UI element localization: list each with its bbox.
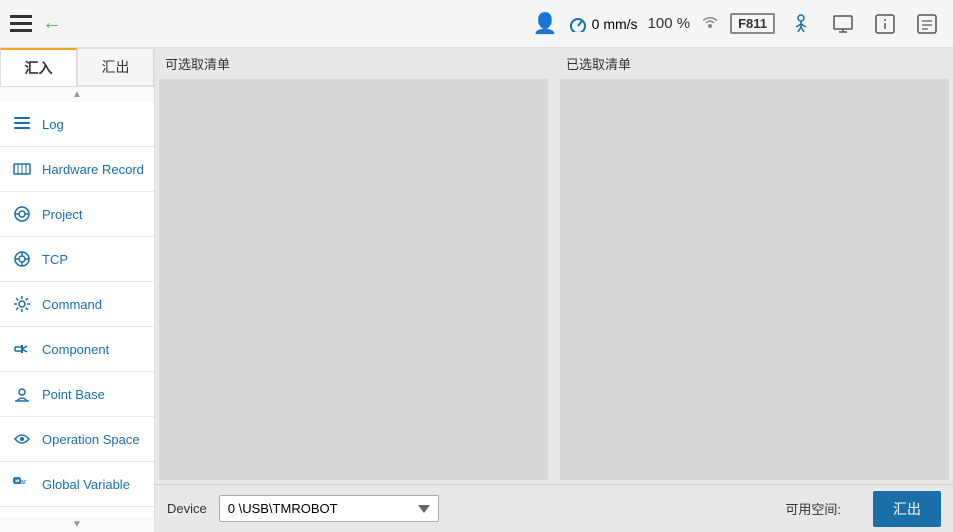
available-list-body [159,79,548,480]
menu-icon[interactable] [911,8,943,40]
main-layout: 汇入 汇出 ▲ Log Hardware Record Pro [0,48,953,532]
operation-space-icon [10,427,34,451]
available-list-header: 可选取清单 [155,48,552,79]
space-label: 可用空间: [785,499,841,518]
project-icon [10,202,34,226]
sidebar-item-component[interactable]: Component [0,327,154,372]
export-button[interactable]: 汇出 [873,491,941,527]
topbar-right: 👤 0 mm/s 100 % F811 [533,8,943,40]
tab-export[interactable]: 汇出 [77,48,154,86]
scroll-down-indicator[interactable]: ▼ [0,517,154,532]
person-icon: 👤 [533,11,558,36]
sidebar-item-label: Operation Space [42,432,140,447]
sidebar-item-project[interactable]: Project [0,192,154,237]
sidebar-item-label: Log [42,117,64,132]
device-select-wrapper: 0 \USB\TMROBOT [219,495,439,522]
topbar-left: ← [10,12,62,35]
list-panels: 可选取清单 已选取清单 [155,48,953,484]
sidebar-item-label: Component [42,342,109,357]
sidebar-item-hardware-record[interactable]: Hardware Record [0,147,154,192]
bottom-bar: Device 0 \USB\TMROBOT 可用空间: 汇出 [155,484,953,532]
speed-value: 0 mm/s [592,16,638,32]
selected-list-header: 已选取清单 [556,48,953,79]
selected-list-panel: 已选取清单 [556,48,953,484]
wifi-icon [700,16,720,32]
robot-icon[interactable] [785,8,817,40]
sidebar-item-tcp[interactable]: TCP [0,237,154,282]
sidebar-item-global-variable[interactable]: Var Global Variable [0,462,154,507]
sidebar-item-path[interactable]: Path [0,507,154,517]
sidebar-item-log[interactable]: Log [0,102,154,147]
back-button[interactable]: ← [42,12,62,35]
hamburger-menu-icon[interactable] [10,15,32,32]
percent-value: 100 % [648,15,691,32]
info-icon[interactable] [869,8,901,40]
content-area: 可选取清单 已选取清单 Device 0 \USB\TMROBOT 可用空间: … [155,48,953,532]
point-base-icon [10,382,34,406]
component-icon [10,337,34,361]
sidebar-item-label: Point Base [42,387,105,402]
sidebar-list: Log Hardware Record Project TCP [0,102,154,517]
available-list-panel: 可选取清单 [155,48,552,484]
f811-badge[interactable]: F811 [730,13,775,34]
tab-row: 汇入 汇出 [0,48,154,87]
sidebar: 汇入 汇出 ▲ Log Hardware Record Pro [0,48,155,532]
device-label: Device [167,501,207,516]
sidebar-item-command[interactable]: Command [0,282,154,327]
sidebar-item-point-base[interactable]: Point Base [0,372,154,417]
speed-display: 0 mm/s [568,16,638,32]
sidebar-item-label: Global Variable [42,477,130,492]
scroll-up-indicator[interactable]: ▲ [0,87,154,102]
topbar: ← 👤 0 mm/s 100 % F811 [0,0,953,48]
variable-icon: Var [10,472,34,496]
hardware-icon [10,157,34,181]
device-select[interactable]: 0 \USB\TMROBOT [219,495,439,522]
sidebar-item-label: Project [42,207,82,222]
list-icon [10,112,34,136]
tcp-icon [10,247,34,271]
monitor-icon[interactable] [827,8,859,40]
sidebar-item-operation-space[interactable]: Operation Space [0,417,154,462]
sidebar-item-label: Command [42,297,102,312]
sidebar-item-label: TCP [42,252,68,267]
sidebar-item-label: Hardware Record [42,162,144,177]
selected-list-body [560,79,949,480]
gear-icon [10,292,34,316]
tab-import[interactable]: 汇入 [0,48,77,86]
speed-icon [568,16,588,32]
